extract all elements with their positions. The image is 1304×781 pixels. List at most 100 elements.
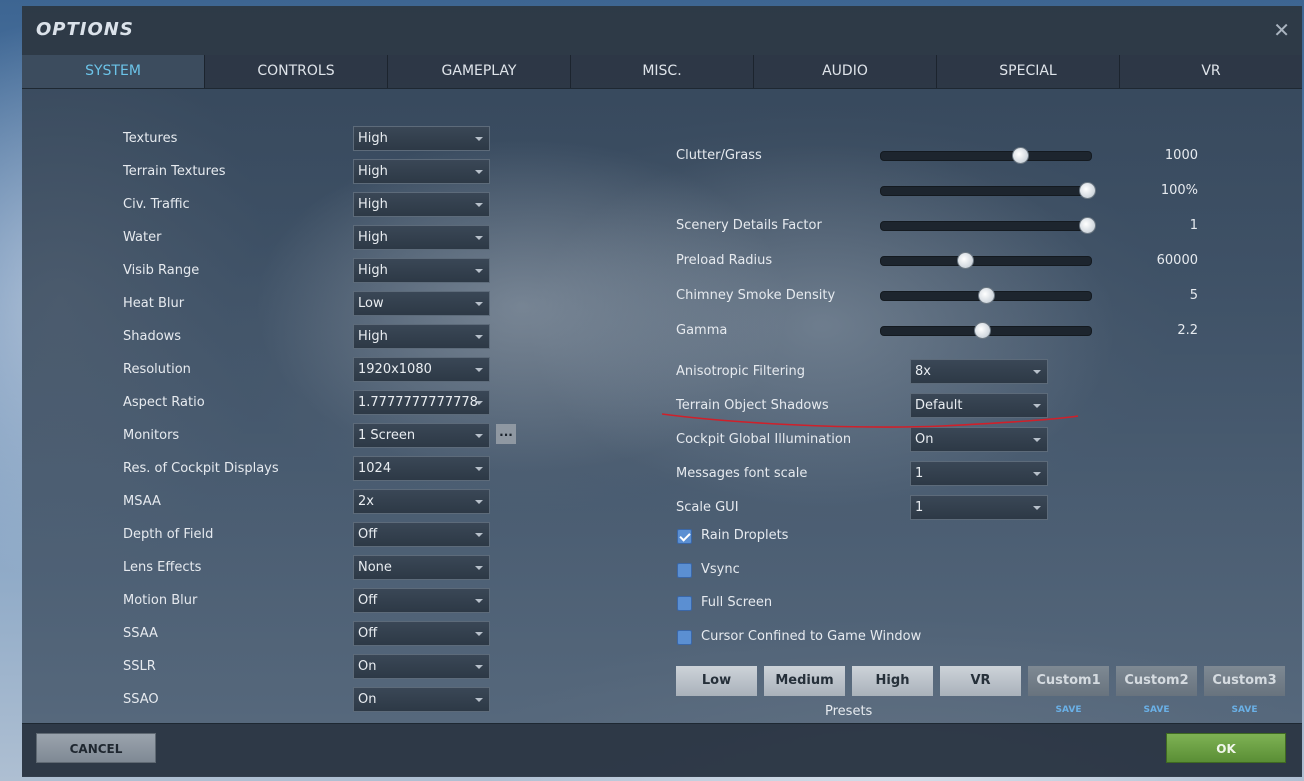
dropdown-terrain-textures[interactable]: High xyxy=(353,159,490,184)
checkbox-label-vsync: Vsync xyxy=(701,562,740,577)
checkbox-rain-droplets[interactable] xyxy=(677,529,692,544)
slider-thumb[interactable] xyxy=(957,252,974,269)
preset-custom2-button[interactable]: Custom2 xyxy=(1116,666,1197,696)
save-custom3-link[interactable]: SAVE xyxy=(1204,705,1285,715)
ok-button[interactable]: OK xyxy=(1166,733,1286,763)
preset-custom1-button[interactable]: Custom1 xyxy=(1028,666,1109,696)
chevron-down-icon xyxy=(1033,506,1041,510)
chevron-down-icon xyxy=(1033,472,1041,476)
preset-low-button[interactable]: Low xyxy=(676,666,757,696)
dropdown-heat-blur[interactable]: Low xyxy=(353,291,490,316)
setting-label-sslr: SSLR xyxy=(123,659,156,674)
setting-label-water: Water xyxy=(123,230,162,245)
tab-system[interactable]: SYSTEM xyxy=(22,55,204,88)
dropdown-sslr[interactable]: On xyxy=(353,654,490,679)
setting-label-messages-font-scale: Messages font scale xyxy=(676,466,808,481)
dropdown-value: High xyxy=(358,131,388,146)
dropdown-scale-gui[interactable]: 1 xyxy=(910,495,1048,520)
save-custom1-link[interactable]: SAVE xyxy=(1028,705,1109,715)
slider-track-chimney-smoke-density[interactable] xyxy=(880,287,1092,304)
dropdown-visib-range[interactable]: High xyxy=(353,258,490,283)
slider-value: 1000 xyxy=(1164,148,1198,163)
chevron-down-icon xyxy=(475,500,483,504)
tab-gameplay[interactable]: GAMEPLAY xyxy=(387,55,570,88)
close-icon[interactable]: ✕ xyxy=(1273,18,1290,42)
dropdown-value: High xyxy=(358,230,388,245)
dropdown-value: On xyxy=(358,692,377,707)
setting-label-anisotropic-filtering: Anisotropic Filtering xyxy=(676,364,806,379)
dropdown-value: Off xyxy=(358,593,378,608)
checkbox-full-screen[interactable] xyxy=(677,596,692,611)
slider-track-row-1[interactable] xyxy=(880,182,1096,199)
tab-special[interactable]: SPECIAL xyxy=(936,55,1119,88)
setting-label-resolution: Resolution xyxy=(123,362,191,377)
slider-thumb[interactable] xyxy=(1011,147,1029,164)
tab-controls[interactable]: CONTROLS xyxy=(204,55,387,88)
checkbox-cursor-confined-to-game-window[interactable] xyxy=(677,630,692,645)
presets-label: Presets xyxy=(825,704,873,719)
dropdown-civ-traffic[interactable]: High xyxy=(353,192,490,217)
window-title: OPTIONS xyxy=(36,19,134,40)
slider-track-clutter-grass[interactable] xyxy=(880,147,1092,164)
dropdown-res-of-cockpit-displays[interactable]: 1024 xyxy=(353,456,490,481)
dropdown-value: Low xyxy=(358,296,384,311)
setting-label-ssao: SSAO xyxy=(123,692,159,707)
slider-label-clutter-grass: Clutter/Grass xyxy=(676,148,762,163)
preset-vr-button[interactable]: VR xyxy=(940,666,1021,696)
slider-track-preload-radius[interactable] xyxy=(880,252,1092,269)
slider-label-scenery-details-factor: Scenery Details Factor xyxy=(676,218,822,233)
dropdown-ssaa[interactable]: Off xyxy=(353,621,490,646)
title-bar: OPTIONS ✕ xyxy=(22,6,1302,55)
preset-high-button[interactable]: High xyxy=(852,666,933,696)
dropdown-value: High xyxy=(358,164,388,179)
dropdown-resolution[interactable]: 1920x1080 xyxy=(353,357,490,382)
dropdown-water[interactable]: High xyxy=(353,225,490,250)
dropdown-anisotropic-filtering[interactable]: 8x xyxy=(910,359,1048,384)
cancel-button[interactable]: CANCEL xyxy=(36,733,156,763)
dropdown-lens-effects[interactable]: None xyxy=(353,555,490,580)
slider-value: 5 xyxy=(1189,288,1198,303)
dropdown-value: High xyxy=(358,329,388,344)
setting-label-visib-range: Visib Range xyxy=(123,263,200,278)
tab-misc[interactable]: MISC. xyxy=(570,55,753,88)
tab-vr[interactable]: VR xyxy=(1119,55,1302,88)
slider-track-scenery-details-factor[interactable] xyxy=(880,217,1096,234)
slider-label-preload-radius: Preload Radius xyxy=(676,253,773,268)
slider-thumb[interactable] xyxy=(978,287,995,304)
preset-custom3-button[interactable]: Custom3 xyxy=(1204,666,1285,696)
checkbox-label-rain-droplets: Rain Droplets xyxy=(701,528,789,543)
slider-thumb[interactable] xyxy=(1078,182,1096,199)
dropdown-ssao[interactable]: On xyxy=(353,687,490,712)
tab-audio[interactable]: AUDIO xyxy=(753,55,936,88)
dropdown-aspect-ratio[interactable]: 1.7777777777778 xyxy=(353,390,490,415)
checkbox-label-full-screen: Full Screen xyxy=(701,595,773,610)
setting-label-monitors: Monitors xyxy=(123,428,180,443)
slider-thumb[interactable] xyxy=(973,322,991,339)
dropdown-textures[interactable]: High xyxy=(353,126,490,151)
slider-label-gamma: Gamma xyxy=(676,323,728,338)
slider-label-chimney-smoke-density: Chimney Smoke Density xyxy=(676,288,836,303)
dropdown-value: On xyxy=(358,659,377,674)
dropdown-depth-of-field[interactable]: Off xyxy=(353,522,490,547)
dropdown-messages-font-scale[interactable]: 1 xyxy=(910,461,1048,486)
dropdown-motion-blur[interactable]: Off xyxy=(353,588,490,613)
chevron-down-icon xyxy=(475,566,483,570)
dropdown-value: High xyxy=(358,263,388,278)
dropdown-msaa[interactable]: 2x xyxy=(353,489,490,514)
chevron-down-icon xyxy=(1033,438,1041,442)
chevron-down-icon xyxy=(475,269,483,273)
chevron-down-icon xyxy=(475,302,483,306)
checkbox-vsync[interactable] xyxy=(677,563,692,578)
dropdown-shadows[interactable]: High xyxy=(353,324,490,349)
setting-label-ssaa: SSAA xyxy=(123,626,158,641)
dropdown-value: On xyxy=(915,432,934,447)
dropdown-value: 2x xyxy=(358,494,374,509)
dropdown-value: Off xyxy=(358,527,378,542)
setting-label-res-of-cockpit-displays: Res. of Cockpit Displays xyxy=(123,461,279,476)
save-custom2-link[interactable]: SAVE xyxy=(1116,705,1197,715)
preset-medium-button[interactable]: Medium xyxy=(764,666,845,696)
monitors-more-button[interactable]: ... xyxy=(496,424,516,444)
slider-track-gamma[interactable] xyxy=(880,322,1092,339)
slider-thumb[interactable] xyxy=(1078,217,1096,234)
dropdown-monitors[interactable]: 1 Screen xyxy=(353,423,490,448)
